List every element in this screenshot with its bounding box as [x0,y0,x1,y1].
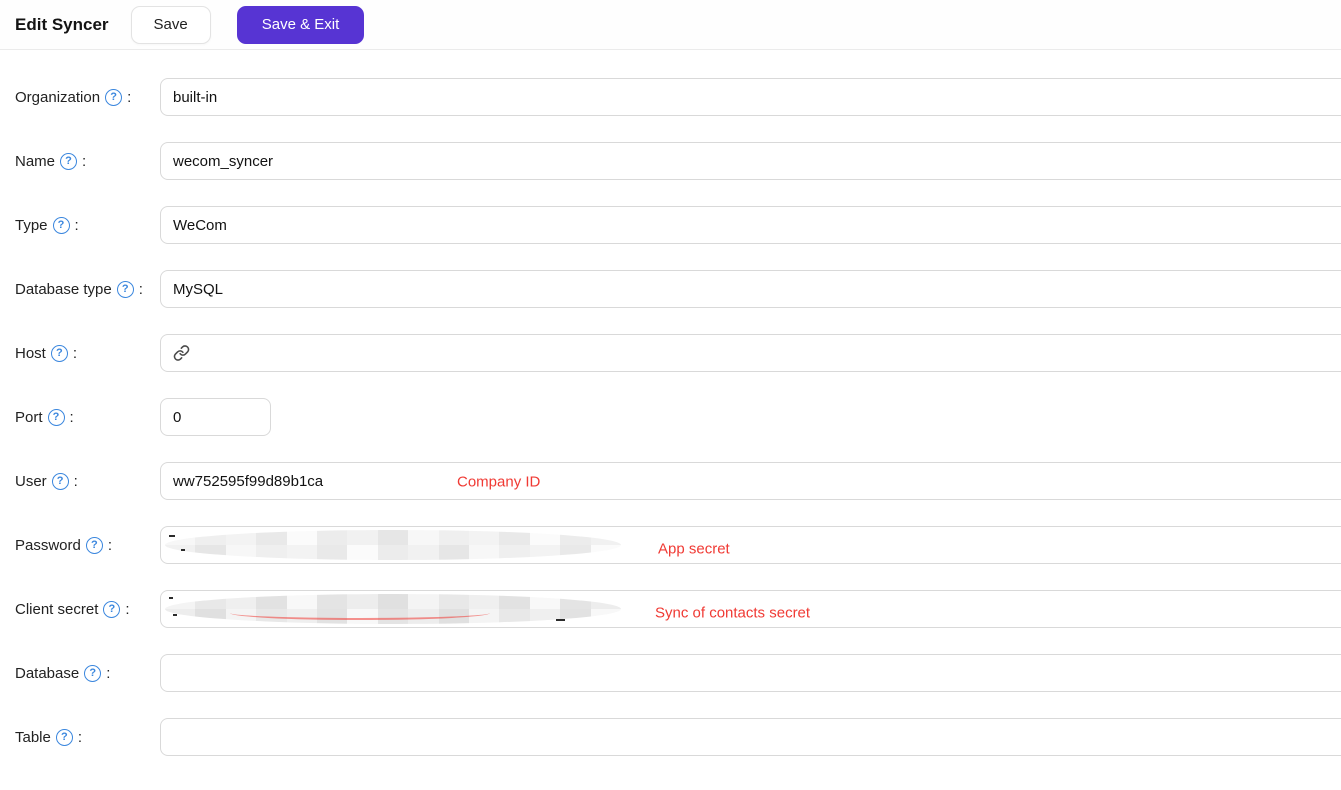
field-input-host[interactable] [160,334,1341,372]
help-icon-host[interactable]: ? [50,344,68,362]
label-colon: : [106,664,111,682]
help-icon-database[interactable]: ? [84,664,102,682]
form-rows: Organization ? : Name ? : Type ? : [0,78,1341,756]
field-label-table: Table [15,728,51,746]
form-row-password: Password ? : App secret [0,526,1341,564]
field-label-host: Host [15,344,46,362]
link-icon [173,345,190,362]
field-label-cell: Password ? : [15,536,160,554]
label-colon: : [82,152,87,170]
field-input-wrap [160,270,1341,308]
help-icon-name[interactable]: ? [60,152,78,170]
field-input-wrap [160,142,1341,180]
field-input-wrap: App secret [160,526,1341,564]
label-colon: : [74,216,79,234]
field-select-database-type[interactable] [160,270,1341,308]
field-label-type: Type [15,216,48,234]
page-title: Edit Syncer [15,14,109,34]
help-icon-organization[interactable]: ? [105,88,123,106]
field-label-cell: Host ? : [15,344,160,362]
form-row-database: Database ? : [0,654,1341,692]
label-colon: : [72,344,78,362]
field-label-cell: User ? : [15,472,160,490]
field-input-name[interactable] [160,142,1341,180]
form-row-name: Name ? : [0,142,1341,180]
form-row-client-secret: Client secret ? : Sync of contacts secre… [0,590,1341,628]
field-input-table[interactable] [160,718,1341,756]
field-input-database[interactable] [160,654,1341,692]
field-input-wrap [160,334,1341,372]
field-input-user[interactable] [160,462,1341,500]
field-input-wrap [160,78,1341,116]
field-label-cell: Port ? : [15,408,160,426]
field-input-port[interactable] [160,398,271,436]
field-label-port: Port [15,408,43,426]
page-header: Edit Syncer Save Save & Exit [0,0,1341,50]
label-colon: : [69,408,74,426]
field-input-wrap [160,718,1341,756]
help-icon-user[interactable]: ? [51,472,69,490]
field-input-wrap [160,206,1341,244]
help-icon-database-type[interactable]: ? [116,280,134,298]
edit-syncer-form: Organization ? : Name ? : Type ? : [0,50,1341,756]
field-label-client-secret: Client secret [15,600,99,618]
label-colon: : [127,88,132,106]
field-input-wrap: Company ID [160,462,1341,500]
field-label-database-type: Database type [15,280,112,298]
form-row-table: Table ? : [0,718,1341,756]
field-label-organization: Organization [15,88,101,106]
field-select-organization[interactable] [160,78,1341,116]
field-input-password[interactable] [160,526,1341,564]
form-row-organization: Organization ? : [0,78,1341,116]
form-row-host: Host ? : [0,334,1341,372]
help-icon-password[interactable]: ? [85,536,103,554]
field-input-wrap [160,654,1341,692]
form-row-database-type: Database type ? : [0,270,1341,308]
field-label-cell: Database ? : [15,664,160,682]
field-label-cell: Type ? : [15,216,160,234]
field-input-wrap: Sync of contacts secret [160,590,1341,628]
field-label-password: Password [15,536,81,554]
field-label-user: User [15,472,47,490]
field-label-cell: Name ? : [15,152,160,170]
field-label-cell: Table ? : [15,728,160,746]
label-colon: : [125,600,130,618]
field-label-database: Database [15,664,80,682]
help-icon-table[interactable]: ? [55,728,73,746]
help-icon-type[interactable]: ? [52,216,70,234]
form-row-type: Type ? : [0,206,1341,244]
label-colon: : [73,472,78,490]
form-row-port: Port ? : [0,398,1341,436]
form-row-user: User ? : Company ID [0,462,1341,500]
field-label-cell: Client secret ? : [15,600,160,618]
save-button[interactable]: Save [130,5,211,44]
label-colon: : [107,536,113,554]
label-colon: : [138,280,143,298]
save-and-exit-button[interactable]: Save & Exit [236,5,365,44]
field-label-cell: Database type ? : [15,280,160,298]
label-colon: : [77,728,83,746]
field-label-cell: Organization ? : [15,88,160,106]
field-input-client-secret[interactable] [160,590,1341,628]
help-icon-port[interactable]: ? [47,408,65,426]
field-input-wrap [160,398,271,436]
field-select-type[interactable] [160,206,1341,244]
help-icon-client-secret[interactable]: ? [103,600,121,618]
field-label-name: Name [15,152,56,170]
